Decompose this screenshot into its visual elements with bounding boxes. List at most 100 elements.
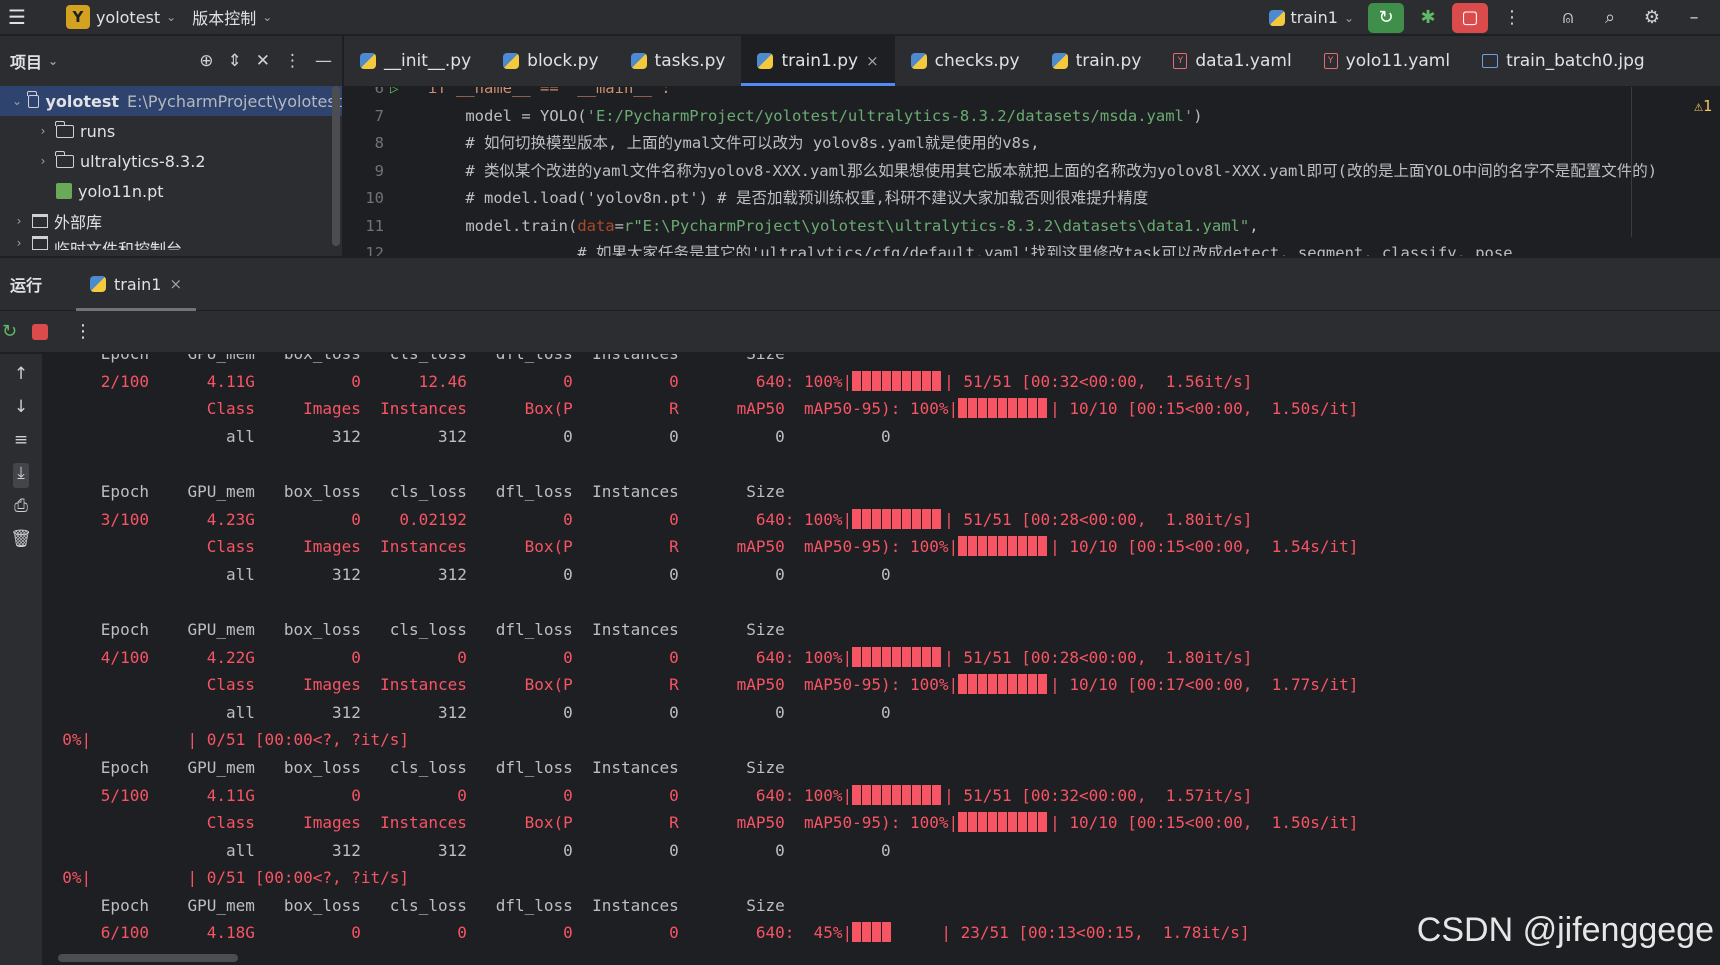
tree-item-yolo11n[interactable]: yolo11n.pt — [0, 176, 342, 206]
tab-checks-py[interactable]: checks.py — [895, 36, 1036, 86]
console-val-line: Class Images Instances Box(P R mAP50 mAP… — [43, 533, 1720, 561]
vcs-menu[interactable]: 版本控制 ⌄ — [184, 0, 280, 35]
project-tool-window: 项目 ⌄ ⊕ ⇕ ✕ ⋮ — ⌄ yolotest E:\PycharmProj… — [0, 36, 343, 256]
tab-tasks-py[interactable]: tasks.py — [615, 36, 742, 86]
rerun-icon[interactable]: ↻ — [2, 321, 22, 342]
console-progress-line: 0%| | 0/51 [00:00<?, ?it/s] — [43, 730, 410, 750]
run-toolbar: ↻ ⋮ — [0, 311, 1720, 353]
close-icon[interactable]: × — [169, 275, 182, 293]
console-text: 4/100 4.22G 0 0 0 0 640: 100%| — [43, 647, 853, 667]
tab-init-py[interactable]: __init__.py — [344, 36, 487, 86]
minimize-button[interactable]: – — [1676, 3, 1712, 33]
run-tab-train1[interactable]: train1 × — [76, 258, 197, 311]
arrow-up-icon[interactable]: ↑ — [14, 364, 28, 389]
python-file-icon — [1051, 52, 1068, 69]
console-epoch-line: 5/100 4.11G 0 0 0 0 640: 100%| | 51/51 [0… — [43, 782, 1720, 810]
console-text: | 23/51 [00:13<00:15, 1.78it/s] — [893, 923, 1250, 943]
project-switcher[interactable]: Y yolotest ⌄ — [58, 0, 184, 35]
hide-icon[interactable]: — — [315, 51, 332, 71]
more-actions-button[interactable]: ⋮ — [1494, 3, 1530, 33]
tab-label: train1.py — [781, 50, 859, 71]
chevron-right-icon[interactable]: › — [12, 214, 26, 228]
progress-bar — [958, 674, 1051, 695]
console-val-line: Class Images Instances Box(P R mAP50 mAP… — [43, 671, 1720, 699]
folder-icon — [27, 90, 40, 108]
project-panel-title[interactable]: 项目 — [10, 49, 42, 73]
vertical-scrollbar[interactable] — [332, 86, 340, 246]
line-number: 11 — [365, 216, 384, 235]
console-text: Class Images Instances Box(P R mAP50 mAP… — [43, 813, 959, 833]
console-text: | 10/10 [00:15<00:00, 1.54s/it] — [1050, 537, 1359, 557]
python-file-icon — [630, 52, 647, 69]
line-number: 7 — [374, 106, 384, 125]
tree-item-label: ultralytics-8.3.2 — [80, 151, 206, 171]
horizontal-scrollbar[interactable] — [58, 954, 238, 962]
tree-item-ultralytics[interactable]: › ultralytics-8.3.2 — [0, 146, 342, 176]
code-text: , — [1249, 216, 1259, 235]
tree-item-external-libraries[interactable]: › 外部库 — [0, 206, 342, 236]
tab-label: yolo11.yaml — [1345, 50, 1451, 71]
tree-item-label: yolotest — [45, 91, 120, 111]
line-number-gutter: 6 7 8 9 10 11 12 — [344, 87, 414, 256]
console-text: | 10/10 [00:15<00:00, 1.50s/it] — [1050, 813, 1359, 833]
expand-all-icon[interactable]: ⇕ — [228, 51, 242, 71]
scroll-to-end-icon[interactable]: ⤓ — [13, 463, 29, 488]
chevron-down-icon[interactable]: ⌄ — [12, 94, 22, 108]
console-epoch-line: 4/100 4.22G 0 0 0 0 640: 100%| | 51/51 [0… — [43, 644, 1720, 672]
tab-block-py[interactable]: block.py — [487, 36, 614, 86]
more-vertical-icon[interactable]: ⋮ — [74, 321, 92, 342]
collapse-all-icon[interactable]: ✕ — [256, 51, 270, 71]
tab-data1-yaml[interactable]: Ydata1.yaml — [1157, 36, 1307, 86]
soft-wrap-icon[interactable]: ≡ — [14, 430, 28, 455]
progress-bar — [852, 508, 945, 529]
rerun-button[interactable]: ↻ — [1368, 2, 1404, 33]
code-text: ) — [1193, 106, 1203, 125]
settings-button[interactable]: ⚙ — [1634, 3, 1670, 33]
chevron-down-icon[interactable]: ⌄ — [48, 54, 58, 68]
search-everywhere-button[interactable]: ⌕ — [1592, 3, 1628, 33]
trash-icon[interactable]: 🗑 — [10, 529, 32, 554]
chevron-right-icon[interactable]: › — [36, 124, 50, 138]
arrow-down-icon[interactable]: ↓ — [14, 397, 28, 422]
editor-right-margin-line — [1631, 87, 1632, 237]
tab-train1-py[interactable]: train1.py × — [741, 36, 895, 86]
stop-icon: ▢ — [1461, 7, 1479, 28]
tab-train-py[interactable]: train.py — [1036, 36, 1158, 86]
run-gutter-icon[interactable]: ▷ — [390, 87, 398, 97]
hamburger-icon: ☰ — [8, 5, 26, 29]
code-comment: # 如果大家任务是其它的'ultralytics/cfg/default.yam… — [428, 244, 1513, 256]
warning-indicator[interactable]: ⚠1 — [1694, 97, 1712, 115]
search-icon: ⌕ — [1604, 7, 1616, 28]
python-icon — [90, 276, 107, 292]
code-line: model.train(data=r"E:\PycharmProject\yol… — [428, 213, 1720, 241]
project-badge: Y — [65, 5, 90, 29]
console-header-line: Epoch GPU_mem box_loss cls_loss dfl_loss… — [43, 481, 785, 501]
run-config-selector[interactable]: train1 ⌄ — [1261, 0, 1362, 35]
print-icon[interactable]: ⎙ — [14, 496, 28, 521]
console-text: | 10/10 [00:15<00:00, 1.50s/it] — [1050, 399, 1359, 419]
console-output[interactable]: Epoch GPU_mem box_loss cls_loss dfl_loss… — [43, 354, 1720, 954]
tab-label: train.py — [1075, 50, 1142, 71]
stop-icon[interactable] — [32, 323, 48, 340]
tab-train-batch0-jpg[interactable]: train_batch0.jpg — [1466, 36, 1661, 86]
run-tool-window-header: 运行 train1 × — [0, 257, 1720, 311]
stop-button[interactable]: ▢ — [1452, 2, 1488, 33]
tree-item-runs[interactable]: › runs — [0, 116, 342, 146]
console-metrics-line: all 312 312 0 0 0 0 — [43, 564, 891, 584]
options-icon[interactable]: ⋮ — [284, 51, 301, 71]
chevron-right-icon[interactable]: › — [12, 236, 26, 250]
editor-tabs: __init__.py block.py tasks.py train1.py ×… — [344, 36, 1720, 87]
debug-button[interactable]: ✱ — [1410, 3, 1446, 33]
library-icon — [32, 214, 48, 228]
run-config-label: train1 — [1290, 8, 1338, 27]
chevron-right-icon[interactable]: › — [36, 154, 50, 168]
code-with-me-button[interactable]: ⍝ — [1550, 3, 1586, 33]
close-icon[interactable]: × — [866, 52, 879, 70]
code-editor[interactable]: 6 7 8 9 10 11 12 ▷ if __name__ == '__mai… — [344, 87, 1720, 256]
tree-item-scratches[interactable]: › 临时文件和控制台 — [0, 236, 342, 250]
locate-icon[interactable]: ⊕ — [199, 51, 213, 71]
main-menu-button[interactable]: ☰ — [0, 0, 34, 35]
tree-item-yolotest[interactable]: ⌄ yolotest E:\PycharmProject\yolotest — [0, 86, 342, 116]
tab-yolo11-yaml[interactable]: Yyolo11.yaml — [1308, 36, 1466, 86]
